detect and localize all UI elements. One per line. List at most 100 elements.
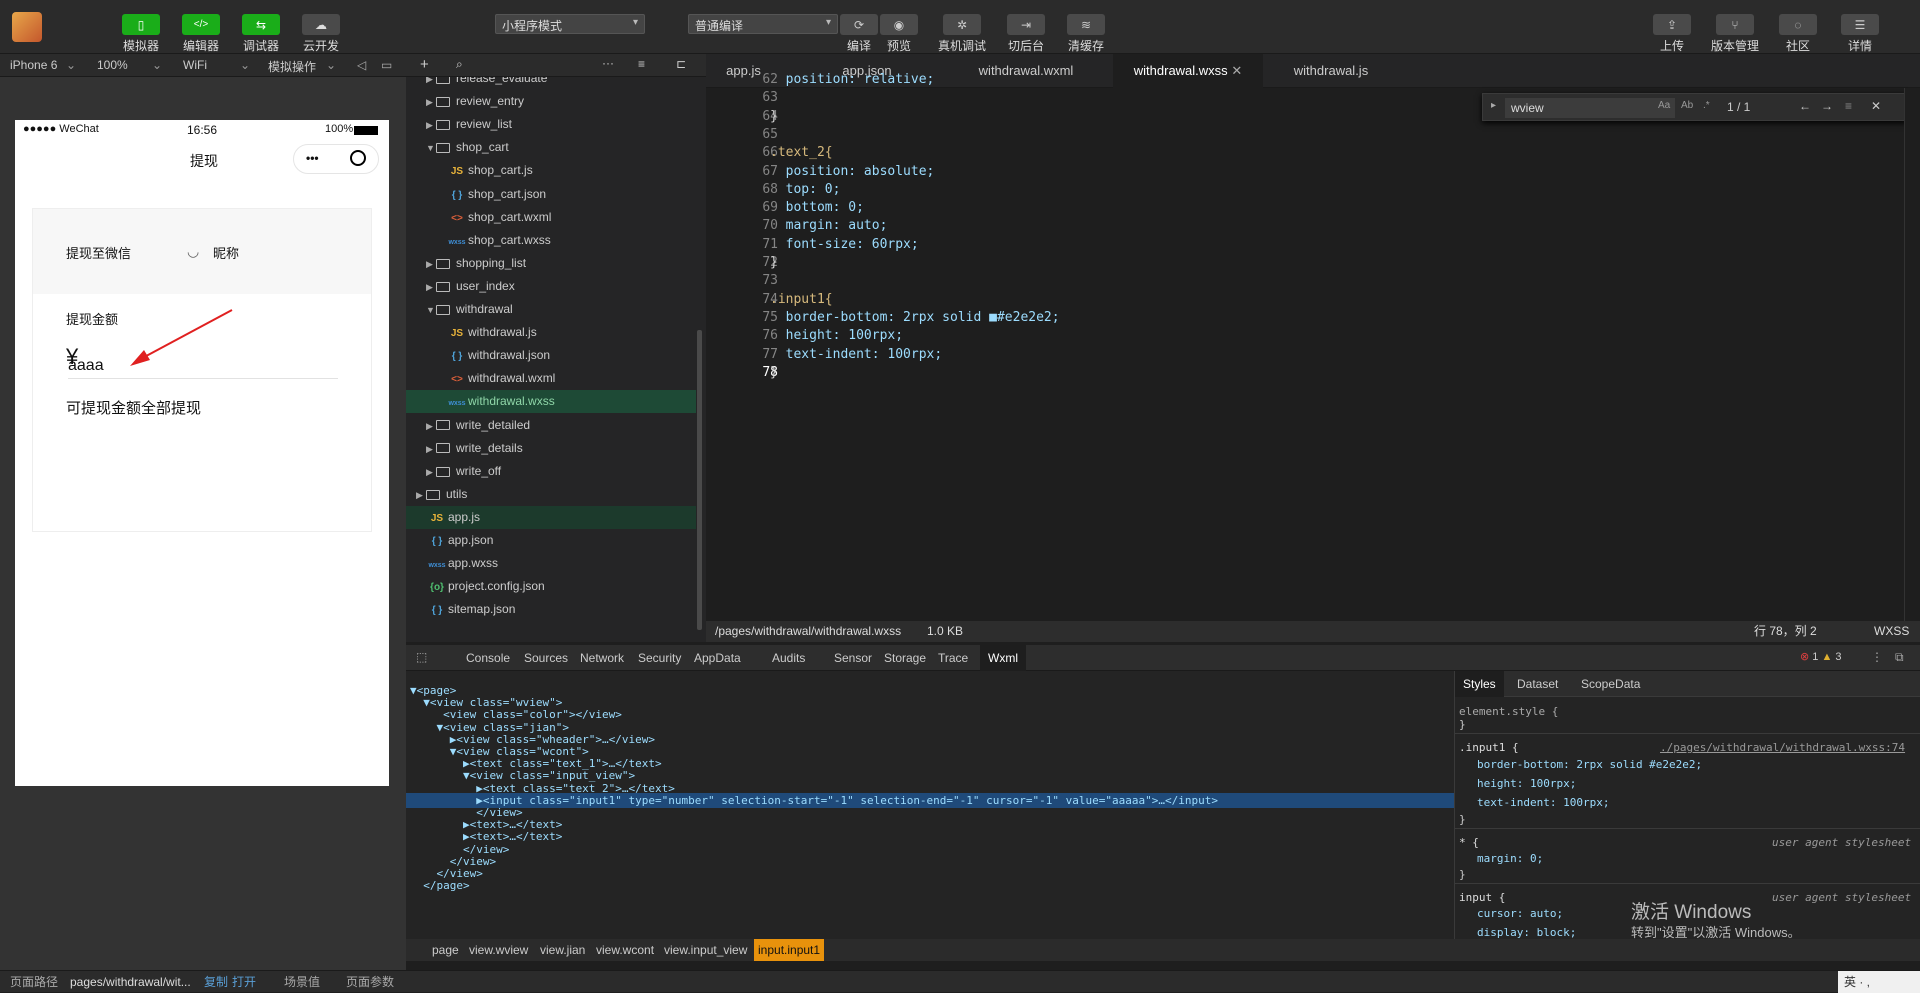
chevron-down-icon[interactable]: ▼: [426, 299, 436, 322]
file-item[interactable]: wxss app.wxss: [406, 552, 696, 575]
crumb-input1[interactable]: input.input1: [754, 939, 825, 961]
window-icon[interactable]: ▭: [381, 58, 392, 72]
tab-withdrawal-js[interactable]: withdrawal.js: [1266, 54, 1396, 88]
chevron-down-icon[interactable]: ▼: [426, 137, 436, 160]
details-button[interactable]: ☰ 详情: [1837, 14, 1883, 54]
file-item[interactable]: {o} project.config.json: [406, 575, 696, 598]
file-item[interactable]: JS app.js: [406, 505, 696, 529]
next-match-icon[interactable]: →: [1821, 99, 1833, 113]
community-button[interactable]: ◌ 社区: [1775, 14, 1821, 54]
chevron-right-icon[interactable]: ▶: [426, 77, 436, 91]
folder-item[interactable]: ▼ shop_cart: [406, 136, 696, 159]
devtools-tab-trace[interactable]: Trace: [930, 645, 976, 671]
simulate-ops-select[interactable]: 模拟操作: [268, 58, 316, 75]
crumb-page[interactable]: page: [432, 939, 459, 961]
cursor-position[interactable]: 行 78，列 2: [1754, 621, 1817, 642]
expand-icon[interactable]: ▸: [1491, 100, 1496, 111]
crumb-jian[interactable]: view.jian: [540, 939, 585, 961]
close-capsule-icon[interactable]: [350, 150, 366, 166]
preview-button[interactable]: ◉ 预览: [876, 14, 922, 54]
split-icon[interactable]: ⊏: [676, 57, 686, 71]
chevron-right-icon[interactable]: ▶: [426, 114, 436, 137]
debugger-button[interactable]: ⇆ 调试器: [238, 14, 284, 54]
open-link[interactable]: 打开: [232, 971, 256, 993]
tab-dataset[interactable]: Dataset: [1517, 671, 1558, 697]
devtools-tab-security[interactable]: Security: [630, 645, 689, 671]
devtools-tab-wxml[interactable]: Wxml: [980, 645, 1026, 671]
chevron-right-icon[interactable]: ▶: [426, 276, 436, 299]
whole-word-icon[interactable]: Ab: [1681, 100, 1693, 111]
device-select[interactable]: iPhone 6: [10, 58, 57, 72]
crumb-input-view[interactable]: view.input_view: [664, 939, 747, 961]
scene-value[interactable]: 场景值: [284, 971, 320, 993]
mode-select[interactable]: 小程序模式: [495, 14, 645, 34]
crumb-wview[interactable]: view.wview: [469, 939, 528, 961]
network-select[interactable]: WiFi: [183, 58, 207, 72]
devtools-tab-storage[interactable]: Storage: [876, 645, 934, 671]
tab-scopedata[interactable]: ScopeData: [1581, 671, 1640, 697]
code-editor[interactable]: 62 position: relative; 63 64} 65 66 .text_2{6…: [706, 72, 1920, 621]
upload-button[interactable]: ⇪ 上传: [1649, 14, 1695, 54]
file-item[interactable]: { } shop_cart.json: [406, 183, 696, 206]
clear-cache-button[interactable]: ≋ 清缓存: [1063, 14, 1109, 54]
selection-icon[interactable]: ≡: [1845, 99, 1852, 113]
chevron-right-icon[interactable]: ▶: [426, 253, 436, 276]
folder-item[interactable]: ▼ withdrawal: [406, 298, 696, 321]
folder-item[interactable]: ▶ write_off: [406, 460, 696, 483]
devtools-tab-network[interactable]: Network: [572, 645, 632, 671]
tab-withdrawal-wxss[interactable]: withdrawal.wxss ✕: [1113, 54, 1263, 88]
file-item[interactable]: JS withdrawal.js: [406, 321, 696, 344]
dock-icon[interactable]: ⧉: [1895, 650, 1904, 665]
chevron-right-icon[interactable]: ▶: [426, 461, 436, 484]
zoom-select[interactable]: 100%: [97, 58, 128, 72]
close-icon[interactable]: ✕: [1231, 63, 1242, 78]
ime-indicator[interactable]: 英 · ,: [1838, 971, 1920, 993]
style-prop[interactable]: border-bottom: 2rpx solid #e2e2e2;: [1477, 758, 1702, 771]
match-case-icon[interactable]: Aa: [1658, 100, 1670, 111]
folder-item[interactable]: ▶ write_detailed: [406, 414, 696, 437]
file-item[interactable]: <> withdrawal.wxml: [406, 367, 696, 390]
wxml-node[interactable]: ▶<input class="input1" type="number" sel…: [406, 792, 1454, 808]
avatar[interactable]: [12, 12, 42, 42]
more-icon[interactable]: ···: [602, 56, 614, 70]
chevron-right-icon[interactable]: ▶: [426, 438, 436, 461]
copy-link[interactable]: 复制: [204, 971, 228, 993]
more-options-icon[interactable]: ⋮: [1871, 650, 1883, 664]
real-device-debug-button[interactable]: ✲ 真机调试: [938, 14, 986, 54]
regex-icon[interactable]: .*: [1703, 100, 1710, 111]
background-button[interactable]: ⇥ 切后台: [1003, 14, 1049, 54]
folder-item[interactable]: ▶ write_details: [406, 437, 696, 460]
style-prop[interactable]: height: 100rpx;: [1477, 777, 1576, 790]
chevron-right-icon[interactable]: ▶: [416, 484, 426, 507]
chevron-right-icon[interactable]: ▶: [426, 91, 436, 114]
wxml-node[interactable]: </page>: [410, 878, 469, 893]
folder-item[interactable]: ▶ review_entry: [406, 90, 696, 113]
collapse-icon[interactable]: ≡: [638, 57, 645, 71]
devtools-tab-sensor[interactable]: Sensor: [826, 645, 880, 671]
devtools-tab-audits[interactable]: Audits: [764, 645, 813, 671]
tab-styles[interactable]: Styles: [1455, 671, 1504, 697]
search-icon[interactable]: ⌕: [456, 57, 463, 72]
crumb-wcont[interactable]: view.wcont: [596, 939, 654, 961]
explorer-scrollbar[interactable]: [697, 330, 702, 630]
input1-rule-source[interactable]: ./pages/withdrawal/withdrawal.wxss:74: [1660, 741, 1905, 754]
chevron-right-icon[interactable]: ▶: [426, 415, 436, 438]
page-params[interactable]: 页面参数: [346, 971, 394, 993]
editor-scrollbar[interactable]: [1904, 88, 1920, 621]
file-item[interactable]: JS shop_cart.js: [406, 159, 696, 182]
close-icon[interactable]: ✕: [1871, 99, 1881, 113]
devtools-tab-sources[interactable]: Sources: [516, 645, 576, 671]
sound-icon[interactable]: ◁: [357, 58, 366, 72]
style-prop[interactable]: text-indent: 100rpx;: [1477, 796, 1609, 809]
language-mode[interactable]: WXSS: [1874, 621, 1909, 642]
tab-withdrawal-wxml[interactable]: withdrawal.wxml: [961, 54, 1091, 88]
file-item[interactable]: wxss withdrawal.wxss: [406, 390, 696, 414]
folder-item[interactable]: ▶ release_evaluate: [406, 77, 696, 90]
file-item[interactable]: { } app.json: [406, 529, 696, 552]
editor-button[interactable]: </> 编辑器: [178, 14, 224, 54]
folder-item[interactable]: ▶ shopping_list: [406, 252, 696, 275]
file-item[interactable]: <> shop_cart.wxml: [406, 206, 696, 229]
folder-item[interactable]: ▶ review_list: [406, 113, 696, 136]
find-input[interactable]: wview: [1505, 98, 1675, 118]
devtools-tab-console[interactable]: Console: [458, 645, 518, 671]
